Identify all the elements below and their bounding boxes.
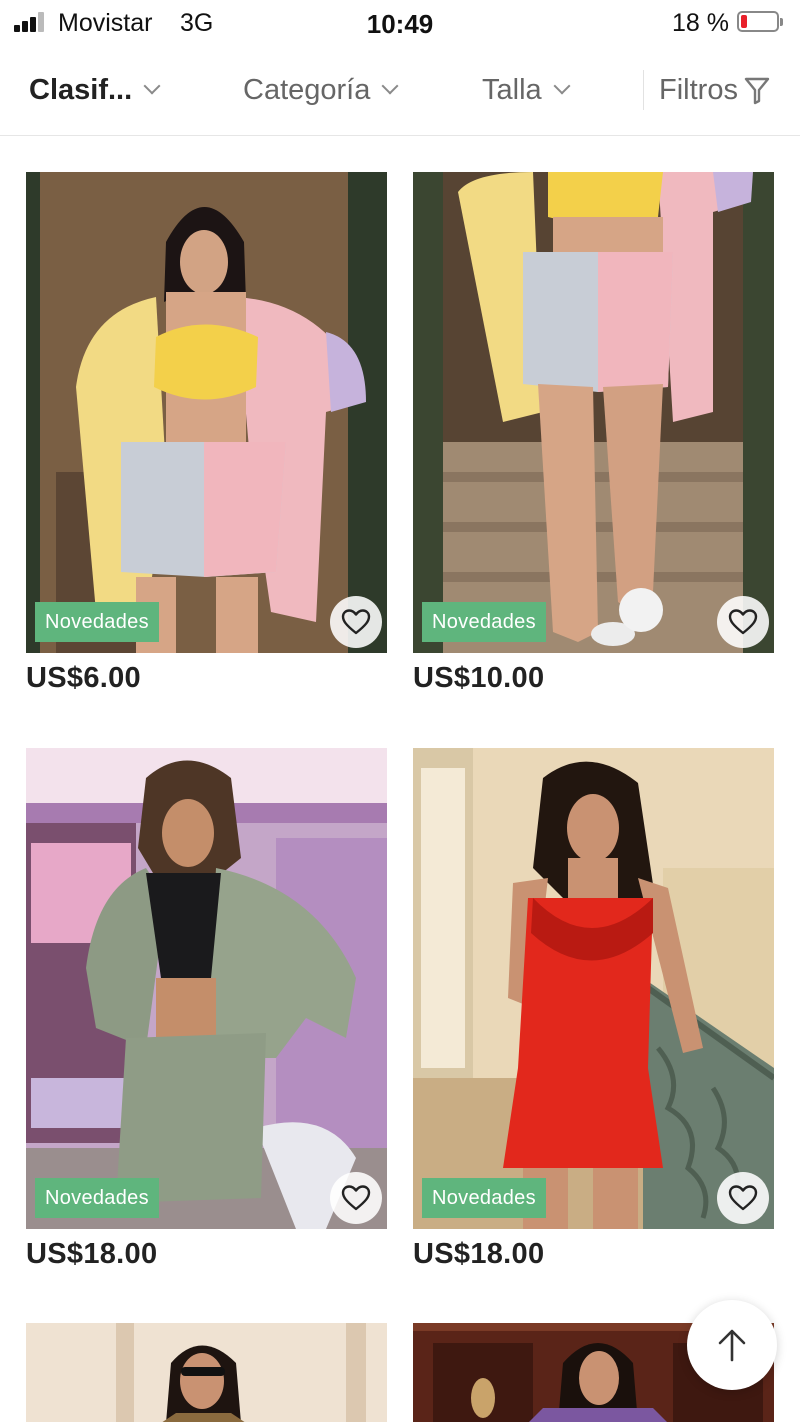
product-image[interactable] [26,172,387,653]
sort-dropdown[interactable]: Clasif... [29,72,161,108]
new-badge: Novedades [35,1178,159,1218]
new-badge: Novedades [35,602,159,642]
funnel-icon [744,77,770,105]
product-image[interactable] [413,172,774,653]
status-bar: Movistar 3G 10:49 18 % [0,0,800,46]
favorite-button[interactable] [717,596,769,648]
product-price: US$10.00 [413,662,545,694]
battery-icon [737,11,783,32]
arrow-up-icon [718,1329,746,1362]
category-dropdown[interactable]: Categoría [243,72,399,108]
divider [643,70,644,110]
product-image[interactable] [26,748,387,1229]
product-image[interactable] [26,1323,387,1422]
favorite-button[interactable] [717,1172,769,1224]
filters-label: Filtros [659,73,738,106]
battery-percentage: 18 % [672,9,729,37]
product-image[interactable] [413,748,774,1229]
product-price: US$6.00 [26,662,141,694]
scroll-to-top-button[interactable] [687,1300,777,1390]
size-dropdown[interactable]: Talla [482,72,571,108]
heart-icon [341,1185,371,1211]
chevron-down-icon [143,77,161,95]
filter-bar: Clasif... Categoría Talla Filtros [0,46,800,136]
heart-icon [341,609,371,635]
new-badge: Novedades [422,602,546,642]
favorite-button[interactable] [330,596,382,648]
heart-icon [728,1185,758,1211]
sort-label: Clasif... [29,73,133,106]
new-badge: Novedades [422,1178,546,1218]
chevron-down-icon [553,77,571,95]
size-label: Talla [482,73,542,106]
category-label: Categoría [243,73,371,106]
product-price: US$18.00 [413,1238,545,1270]
heart-icon [728,609,758,635]
favorite-button[interactable] [330,1172,382,1224]
filters-button[interactable]: Filtros [659,72,770,108]
chevron-down-icon [381,77,399,95]
battery-level [741,15,747,28]
product-price: US$18.00 [26,1238,158,1270]
